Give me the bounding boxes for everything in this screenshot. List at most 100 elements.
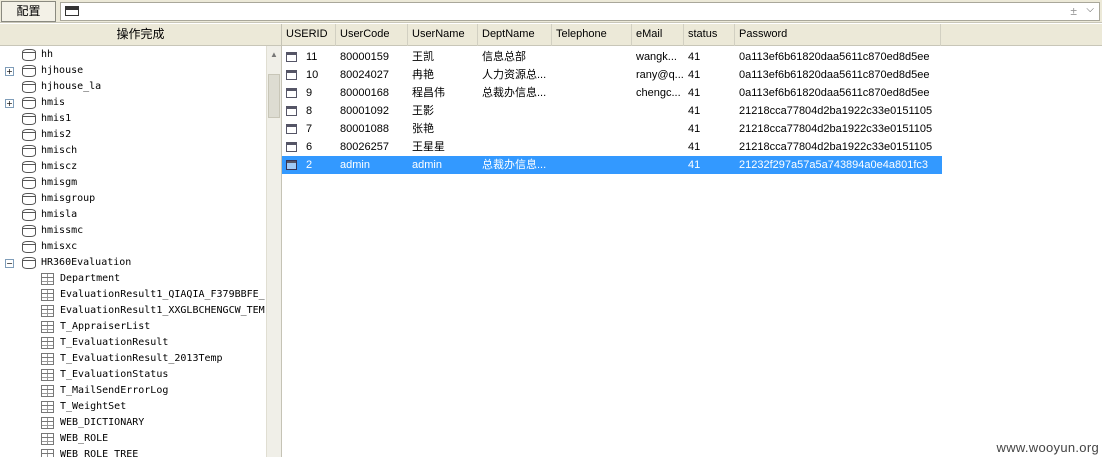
tree-table-node[interactable]: T_AppraiserList [0, 319, 266, 335]
table-cell[interactable]: 0a113ef6b61820daa5611c870ed8d5ee [735, 84, 941, 102]
table-row[interactable]: 8 80001092 王影 41 21218cca77804d2ba1922c33e01… [282, 102, 942, 120]
table-cell[interactable]: 41 [684, 84, 735, 102]
table-cell[interactable]: 21218cca77804d2ba1922c33e0151105 [735, 102, 941, 120]
scroll-up-icon[interactable]: ▲ [270, 50, 278, 59]
table-cell[interactable]: 总裁办信息... [478, 156, 552, 174]
table-row[interactable]: 7 80001088 张艳 41 21218cca77804d2ba1922c33e01… [282, 120, 942, 138]
tree-table-node[interactable]: T_EvaluationResult_2013Temp [0, 351, 266, 367]
column-header[interactable]: UserCode [336, 24, 408, 46]
column-header[interactable]: eMail [632, 24, 684, 46]
table-cell[interactable]: 80000159 [336, 48, 408, 66]
table-cell[interactable]: 人力资源总... [478, 66, 552, 84]
table-cell[interactable]: 7 [302, 120, 336, 138]
table-cell[interactable]: 9 [302, 84, 336, 102]
table-cell[interactable]: 80000168 [336, 84, 408, 102]
table-cell[interactable]: 41 [684, 66, 735, 84]
connection-combobox[interactable]: ± ⌵ [60, 2, 1100, 21]
table-cell[interactable]: 张艳 [408, 120, 478, 138]
config-button[interactable]: 配置 [1, 1, 56, 22]
table-cell[interactable] [552, 102, 632, 120]
tree-database-node[interactable]: hmisgm [0, 175, 266, 191]
table-row[interactable]: 2 admin admin 总裁办信息... 41 21232f297a57a5a7438… [282, 156, 942, 174]
table-cell[interactable]: 程昌伟 [408, 84, 478, 102]
table-cell[interactable] [552, 156, 632, 174]
table-cell[interactable] [478, 138, 552, 156]
table-cell[interactable]: 信息总部 [478, 48, 552, 66]
expand-icon[interactable]: + [5, 99, 14, 108]
tree-table-node[interactable]: T_WeightSet [0, 399, 266, 415]
table-cell[interactable] [632, 102, 684, 120]
table-cell[interactable]: 11 [302, 48, 336, 66]
table-cell[interactable]: 王星星 [408, 138, 478, 156]
tree-database-node[interactable]: hmisgroup [0, 191, 266, 207]
table-cell[interactable]: 冉艳 [408, 66, 478, 84]
tree-database-node[interactable]: hmisxc [0, 239, 266, 255]
table-cell[interactable] [552, 120, 632, 138]
table-cell[interactable] [552, 48, 632, 66]
column-header[interactable]: Password [735, 24, 941, 46]
tree-database-node[interactable]: hmisch [0, 143, 266, 159]
table-cell[interactable]: 41 [684, 102, 735, 120]
tree-database-node[interactable]: + hmis [0, 95, 266, 111]
column-header[interactable]: Telephone [552, 24, 632, 46]
table-cell[interactable]: 41 [684, 138, 735, 156]
tree-database-node[interactable]: hmis2 [0, 127, 266, 143]
table-cell[interactable] [552, 138, 632, 156]
chevron-down-icon[interactable]: ⌵ [1086, 4, 1094, 15]
table-cell[interactable]: admin [336, 156, 408, 174]
tree-database-node[interactable]: + hjhouse [0, 63, 266, 79]
column-header[interactable]: UserName [408, 24, 478, 46]
table-row[interactable]: 11 80000159 王凯 信息总部 wangk... 41 0a113ef6b61820… [282, 48, 942, 66]
table-cell[interactable] [632, 138, 684, 156]
scrollbar-thumb[interactable] [268, 74, 280, 118]
table-cell[interactable]: 41 [684, 120, 735, 138]
column-header[interactable]: USERID [282, 24, 336, 46]
tree-table-node[interactable]: EvaluationResult1_QIAQIA_F379BBFE_ [0, 287, 266, 303]
tree-database-node[interactable]: hmissmc [0, 223, 266, 239]
table-cell[interactable]: 21232f297a57a5a743894a0e4a801fc3 [735, 156, 941, 174]
tree-database-node[interactable]: hjhouse_la [0, 79, 266, 95]
tree-table-node[interactable]: EvaluationResult1_XXGLBCHENGCW_TEM [0, 303, 266, 319]
table-cell[interactable]: 王凯 [408, 48, 478, 66]
table-cell[interactable]: 8 [302, 102, 336, 120]
tree-table-node[interactable]: Department [0, 271, 266, 287]
table-cell[interactable]: 21218cca77804d2ba1922c33e0151105 [735, 120, 941, 138]
table-cell[interactable]: 10 [302, 66, 336, 84]
table-cell[interactable]: 0a113ef6b61820daa5611c870ed8d5ee [735, 66, 941, 84]
table-cell[interactable] [632, 120, 684, 138]
expand-icon[interactable]: + [5, 67, 14, 76]
table-cell[interactable]: 80024027 [336, 66, 408, 84]
table-cell[interactable]: 80026257 [336, 138, 408, 156]
tree-scrollbar[interactable]: ▲ [266, 46, 281, 457]
tree-database-node[interactable]: hh [0, 47, 266, 63]
table-cell[interactable]: wangk... [632, 48, 684, 66]
table-cell[interactable]: chengc... [632, 84, 684, 102]
table-cell[interactable]: 41 [684, 156, 735, 174]
table-cell[interactable]: 21218cca77804d2ba1922c33e0151105 [735, 138, 941, 156]
table-cell[interactable]: 2 [302, 156, 336, 174]
table-cell[interactable]: 80001088 [336, 120, 408, 138]
table-cell[interactable]: 王影 [408, 102, 478, 120]
table-cell[interactable] [552, 84, 632, 102]
table-cell[interactable]: admin [408, 156, 478, 174]
collapse-icon[interactable]: − [5, 259, 14, 268]
tree-database-node[interactable]: hmis1 [0, 111, 266, 127]
plus-minus-icon[interactable]: ± [1070, 4, 1077, 18]
tree-table-node[interactable]: WEB_DICTIONARY [0, 415, 266, 431]
table-cell[interactable]: 总裁办信息... [478, 84, 552, 102]
table-row[interactable]: 10 80024027 冉艳 人力资源总... rany@q... 41 0a113ef6b… [282, 66, 942, 84]
table-cell[interactable] [632, 156, 684, 174]
table-row[interactable]: 9 80000168 程昌伟 总裁办信息... chengc... 41 0a113ef6b… [282, 84, 942, 102]
tree-table-node[interactable]: WEB_ROLE_TREE [0, 447, 266, 457]
tree-table-node[interactable]: WEB_ROLE [0, 431, 266, 447]
table-cell[interactable] [552, 66, 632, 84]
table-cell[interactable]: 80001092 [336, 102, 408, 120]
table-cell[interactable]: rany@q... [632, 66, 684, 84]
table-cell[interactable]: 0a113ef6b61820daa5611c870ed8d5ee [735, 48, 941, 66]
table-cell[interactable] [478, 120, 552, 138]
tree-database-node[interactable]: − HR360Evaluation [0, 255, 266, 271]
tree-table-node[interactable]: T_MailSendErrorLog [0, 383, 266, 399]
tree-database-node[interactable]: hmiscz [0, 159, 266, 175]
column-header[interactable]: DeptName [478, 24, 552, 46]
table-cell[interactable]: 6 [302, 138, 336, 156]
